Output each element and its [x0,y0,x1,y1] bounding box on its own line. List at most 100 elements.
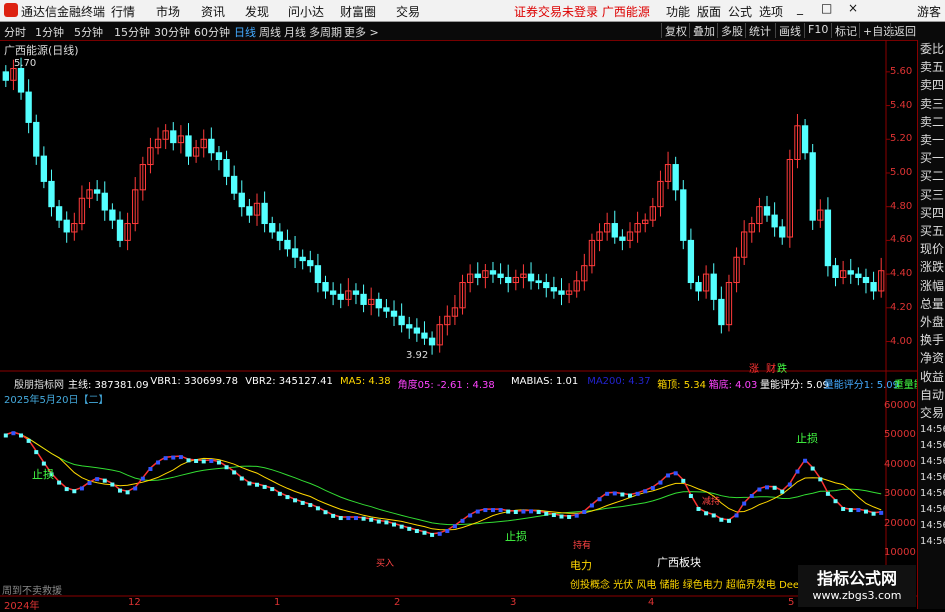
candle-body [763,206,771,216]
quote-panel-item[interactable]: 14:56 [918,518,945,534]
indicator-dot [140,476,145,481]
indicator-dot [643,489,648,494]
quote-panel-item[interactable]: 14:56 [918,486,945,502]
candle-body [611,223,618,238]
indicator-dot [726,518,731,523]
quote-panel-item[interactable]: 涨幅 [918,277,945,295]
indicator-dot [627,493,632,498]
indicator-dot [490,508,495,513]
indicator-dot [247,481,252,486]
candle-body [505,276,512,284]
quote-panel-item[interactable]: 净资 [918,349,945,367]
mid-line [5,431,882,531]
quote-panel-item[interactable]: 买三 [918,186,945,204]
candle-body [497,273,504,278]
quote-panel-item[interactable]: 14:56 [918,454,945,470]
quote-panel-item[interactable]: 14:56 [918,422,945,438]
buy-label: 买入 [376,559,395,569]
quote-panel-item[interactable]: 卖二 [918,113,945,131]
timeline-label: 2 [394,597,401,608]
indicator-dot [833,499,838,504]
indicator-dot [650,486,655,491]
indicator-tick-label: 30000 [884,488,916,500]
indicator-dot [209,458,214,463]
quote-panel-item[interactable]: 现价 [918,240,945,258]
watermark-url: www.zbgs3.com [812,589,902,602]
indicator-dot [95,477,100,482]
indicator-dot [559,514,564,519]
indicator-dot [765,485,770,490]
indicator-dot [64,487,69,492]
quote-panel-item[interactable]: 买五 [918,222,945,240]
quote-panel-item[interactable]: 收益 [918,368,945,386]
sector-label-guangxi: 广西板块 [657,556,701,569]
indicator-dot [551,513,556,518]
indicator-dot [498,508,503,513]
candle-body [398,315,405,326]
candle-body [223,158,230,177]
quote-panel-item[interactable]: 自动 [918,386,945,404]
indicator-dot [605,491,610,496]
indicator-dot [255,482,260,487]
indicator-dot [323,510,328,515]
indicator-dot [711,513,716,518]
quote-panel-item[interactable]: 卖四 [918,76,945,94]
candle-body [291,248,299,258]
candle-body [406,324,413,329]
candle-body [672,164,679,191]
quote-panel-item[interactable]: 14:56 [918,502,945,518]
indicator-dot [277,491,282,496]
indicator-dot [589,503,594,508]
candle-body [352,290,360,295]
indicator-field: 角度05: -2.61 : 4.38 [397,380,495,391]
indicator-dot [338,516,343,521]
indicator-dot [795,469,800,474]
quote-panel-item[interactable]: 涨跌 [918,258,945,276]
timeline-label: 2024年 [4,601,40,612]
kline-chart[interactable] [0,0,917,609]
quote-panel-item[interactable]: 买四 [918,204,945,222]
quote-panel-item[interactable]: 委比 [918,40,945,58]
indicator-dot [201,459,206,464]
guest-label[interactable]: 游客 [917,3,941,20]
candle-body [329,290,337,295]
candle-body [337,293,344,300]
indicator-dot [787,482,792,487]
candle-body [116,219,124,241]
rescue-label: 周到不卖救援 [2,586,62,597]
candle-body [779,226,786,238]
indicator-dot [148,466,153,471]
candle-body [474,273,481,278]
reduce-label: 减持 [702,497,721,507]
quote-panel-item[interactable]: 卖五 [918,58,945,76]
quote-panel-item[interactable]: 交易 [918,404,945,422]
timeline-label: 3 [510,597,517,608]
indicator-dot [414,529,419,534]
candle-body [695,282,702,292]
long-line [5,431,882,526]
indicator-dot [574,513,579,518]
candle-body [2,71,9,81]
rise-marker: 涨 [749,364,759,375]
candle-body [847,270,854,275]
quote-panel-item[interactable]: 卖一 [918,131,945,149]
indicator-name[interactable]: 殷朋指标网 [14,376,64,391]
indicator-dot [582,509,587,514]
indicator-dot [392,522,397,527]
indicator-dot [475,509,480,514]
indicator-dot [863,509,868,514]
quote-panel-item[interactable]: 14:56 [918,534,945,550]
indicator-dot [346,516,351,521]
indicator-tick-label: 40000 [884,458,916,470]
quote-panel-item[interactable]: 外盘 [918,313,945,331]
indicator-dot [567,514,572,519]
quote-panel-item[interactable]: 卖三 [918,95,945,113]
quote-panel-item[interactable]: 买二 [918,167,945,185]
indicator-dot [452,524,457,529]
quote-panel-item[interactable]: 买一 [918,149,945,167]
quote-panel-item[interactable]: 总量 [918,295,945,313]
quote-panel-item[interactable]: 14:56 [918,470,945,486]
quote-panel-item[interactable]: 换手 [918,331,945,349]
indicator-dot [612,491,617,496]
quote-panel-item[interactable]: 14:56 [918,438,945,454]
